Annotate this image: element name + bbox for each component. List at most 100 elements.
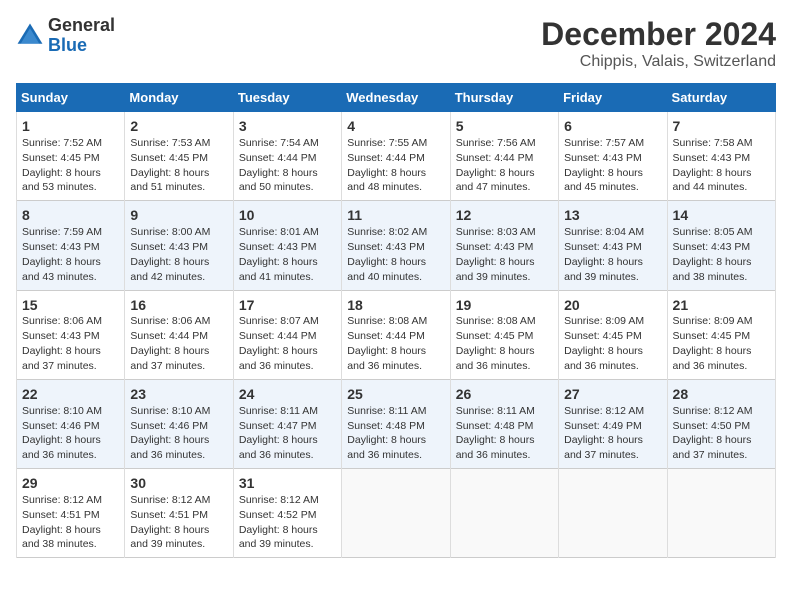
- header-day: Friday: [559, 84, 667, 112]
- cell-content: 6 Sunrise: 7:57 AM Sunset: 4:43 PM Dayli…: [564, 117, 661, 195]
- daylight-info: Daylight: 8 hours and 48 minutes.: [347, 167, 426, 194]
- sunrise-info: Sunrise: 8:04 AM: [564, 226, 644, 238]
- sunset-info: Sunset: 4:51 PM: [130, 509, 208, 521]
- cell-content: 31 Sunrise: 8:12 AM Sunset: 4:52 PM Dayl…: [239, 474, 336, 552]
- calendar-cell: 11 Sunrise: 8:02 AM Sunset: 4:43 PM Dayl…: [342, 201, 450, 290]
- sunset-info: Sunset: 4:43 PM: [22, 241, 100, 253]
- sunset-info: Sunset: 4:46 PM: [130, 420, 208, 432]
- calendar-cell: 30 Sunrise: 8:12 AM Sunset: 4:51 PM Dayl…: [125, 469, 233, 558]
- logo-text: General Blue: [48, 16, 115, 56]
- header: General Blue December 2024 Chippis, Vala…: [16, 16, 776, 71]
- sunset-info: Sunset: 4:45 PM: [564, 330, 642, 342]
- cell-content: 3 Sunrise: 7:54 AM Sunset: 4:44 PM Dayli…: [239, 117, 336, 195]
- sunset-info: Sunset: 4:43 PM: [673, 241, 751, 253]
- sunset-info: Sunset: 4:44 PM: [347, 330, 425, 342]
- calendar-cell: 4 Sunrise: 7:55 AM Sunset: 4:44 PM Dayli…: [342, 112, 450, 201]
- calendar-cell: 31 Sunrise: 8:12 AM Sunset: 4:52 PM Dayl…: [233, 469, 341, 558]
- sunrise-info: Sunrise: 8:07 AM: [239, 315, 319, 327]
- day-number: 13: [564, 206, 661, 225]
- sunrise-info: Sunrise: 8:09 AM: [673, 315, 753, 327]
- title-area: December 2024 Chippis, Valais, Switzerla…: [541, 16, 776, 71]
- day-number: 19: [456, 296, 553, 315]
- cell-content: 8 Sunrise: 7:59 AM Sunset: 4:43 PM Dayli…: [22, 206, 119, 284]
- cell-content: 26 Sunrise: 8:11 AM Sunset: 4:48 PM Dayl…: [456, 385, 553, 463]
- sunrise-info: Sunrise: 8:09 AM: [564, 315, 644, 327]
- daylight-info: Daylight: 8 hours and 36 minutes.: [456, 434, 535, 461]
- day-number: 21: [673, 296, 770, 315]
- calendar-cell: 6 Sunrise: 7:57 AM Sunset: 4:43 PM Dayli…: [559, 112, 667, 201]
- header-day: Sunday: [17, 84, 125, 112]
- sunset-info: Sunset: 4:49 PM: [564, 420, 642, 432]
- cell-content: 18 Sunrise: 8:08 AM Sunset: 4:44 PM Dayl…: [347, 296, 444, 374]
- calendar-cell: [667, 469, 775, 558]
- sunset-info: Sunset: 4:47 PM: [239, 420, 317, 432]
- day-number: 9: [130, 206, 227, 225]
- sunrise-info: Sunrise: 7:58 AM: [673, 137, 753, 149]
- daylight-info: Daylight: 8 hours and 47 minutes.: [456, 167, 535, 194]
- cell-content: 15 Sunrise: 8:06 AM Sunset: 4:43 PM Dayl…: [22, 296, 119, 374]
- cell-content: 12 Sunrise: 8:03 AM Sunset: 4:43 PM Dayl…: [456, 206, 553, 284]
- daylight-info: Daylight: 8 hours and 37 minutes.: [22, 345, 101, 372]
- cell-content: 14 Sunrise: 8:05 AM Sunset: 4:43 PM Dayl…: [673, 206, 770, 284]
- calendar-cell: 17 Sunrise: 8:07 AM Sunset: 4:44 PM Dayl…: [233, 290, 341, 379]
- sunrise-info: Sunrise: 8:11 AM: [456, 405, 535, 417]
- day-number: 24: [239, 385, 336, 404]
- cell-content: 13 Sunrise: 8:04 AM Sunset: 4:43 PM Dayl…: [564, 206, 661, 284]
- day-number: 28: [673, 385, 770, 404]
- day-number: 18: [347, 296, 444, 315]
- sunrise-info: Sunrise: 8:08 AM: [347, 315, 427, 327]
- calendar-cell: [342, 469, 450, 558]
- sunrise-info: Sunrise: 8:12 AM: [130, 494, 210, 506]
- daylight-info: Daylight: 8 hours and 42 minutes.: [130, 256, 209, 283]
- calendar-cell: 2 Sunrise: 7:53 AM Sunset: 4:45 PM Dayli…: [125, 112, 233, 201]
- day-number: 27: [564, 385, 661, 404]
- sunset-info: Sunset: 4:44 PM: [347, 152, 425, 164]
- day-number: 29: [22, 474, 119, 493]
- cell-content: 29 Sunrise: 8:12 AM Sunset: 4:51 PM Dayl…: [22, 474, 119, 552]
- sunrise-info: Sunrise: 8:12 AM: [564, 405, 644, 417]
- cell-content: 1 Sunrise: 7:52 AM Sunset: 4:45 PM Dayli…: [22, 117, 119, 195]
- sunrise-info: Sunrise: 7:54 AM: [239, 137, 319, 149]
- calendar-cell: 3 Sunrise: 7:54 AM Sunset: 4:44 PM Dayli…: [233, 112, 341, 201]
- day-number: 1: [22, 117, 119, 136]
- calendar-week-row: 8 Sunrise: 7:59 AM Sunset: 4:43 PM Dayli…: [17, 201, 776, 290]
- header-day: Thursday: [450, 84, 558, 112]
- calendar-cell: 21 Sunrise: 8:09 AM Sunset: 4:45 PM Dayl…: [667, 290, 775, 379]
- cell-content: 28 Sunrise: 8:12 AM Sunset: 4:50 PM Dayl…: [673, 385, 770, 463]
- sunrise-info: Sunrise: 7:59 AM: [22, 226, 102, 238]
- logo-general: General: [48, 16, 115, 36]
- cell-content: 4 Sunrise: 7:55 AM Sunset: 4:44 PM Dayli…: [347, 117, 444, 195]
- header-day: Saturday: [667, 84, 775, 112]
- sunrise-info: Sunrise: 8:06 AM: [22, 315, 102, 327]
- sunset-info: Sunset: 4:51 PM: [22, 509, 100, 521]
- day-number: 16: [130, 296, 227, 315]
- calendar-week-row: 15 Sunrise: 8:06 AM Sunset: 4:43 PM Dayl…: [17, 290, 776, 379]
- calendar-table: SundayMondayTuesdayWednesdayThursdayFrid…: [16, 83, 776, 558]
- calendar-cell: 29 Sunrise: 8:12 AM Sunset: 4:51 PM Dayl…: [17, 469, 125, 558]
- sunset-info: Sunset: 4:46 PM: [22, 420, 100, 432]
- daylight-info: Daylight: 8 hours and 50 minutes.: [239, 167, 318, 194]
- calendar-cell: 19 Sunrise: 8:08 AM Sunset: 4:45 PM Dayl…: [450, 290, 558, 379]
- cell-content: 5 Sunrise: 7:56 AM Sunset: 4:44 PM Dayli…: [456, 117, 553, 195]
- calendar-cell: 26 Sunrise: 8:11 AM Sunset: 4:48 PM Dayl…: [450, 379, 558, 468]
- daylight-info: Daylight: 8 hours and 39 minutes.: [130, 524, 209, 551]
- sunset-info: Sunset: 4:45 PM: [130, 152, 208, 164]
- calendar-cell: 22 Sunrise: 8:10 AM Sunset: 4:46 PM Dayl…: [17, 379, 125, 468]
- daylight-info: Daylight: 8 hours and 36 minutes.: [130, 434, 209, 461]
- daylight-info: Daylight: 8 hours and 39 minutes.: [456, 256, 535, 283]
- daylight-info: Daylight: 8 hours and 36 minutes.: [564, 345, 643, 372]
- sunrise-info: Sunrise: 8:08 AM: [456, 315, 536, 327]
- calendar-cell: 9 Sunrise: 8:00 AM Sunset: 4:43 PM Dayli…: [125, 201, 233, 290]
- sunrise-info: Sunrise: 7:55 AM: [347, 137, 427, 149]
- sunset-info: Sunset: 4:43 PM: [564, 241, 642, 253]
- daylight-info: Daylight: 8 hours and 36 minutes.: [22, 434, 101, 461]
- subtitle: Chippis, Valais, Switzerland: [541, 53, 776, 71]
- sunrise-info: Sunrise: 8:10 AM: [22, 405, 102, 417]
- header-row: SundayMondayTuesdayWednesdayThursdayFrid…: [17, 84, 776, 112]
- cell-content: 11 Sunrise: 8:02 AM Sunset: 4:43 PM Dayl…: [347, 206, 444, 284]
- header-day: Tuesday: [233, 84, 341, 112]
- day-number: 2: [130, 117, 227, 136]
- calendar-cell: 13 Sunrise: 8:04 AM Sunset: 4:43 PM Dayl…: [559, 201, 667, 290]
- sunset-info: Sunset: 4:44 PM: [239, 152, 317, 164]
- daylight-info: Daylight: 8 hours and 39 minutes.: [564, 256, 643, 283]
